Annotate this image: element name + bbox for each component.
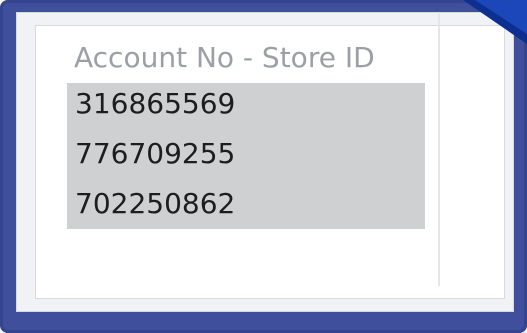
- list-header: Account No - Store ID: [74, 41, 375, 74]
- list-item[interactable]: 316865569: [75, 87, 235, 121]
- selected-rows[interactable]: 316865569 776709255 702250862: [67, 83, 425, 229]
- list-item[interactable]: 702250862: [75, 187, 235, 221]
- account-store-list[interactable]: Account No - Store ID 316865569 77670925…: [66, 37, 426, 229]
- pointer-arrow-icon: [441, 0, 527, 46]
- window-frame: Account No - Store ID 316865569 77670925…: [0, 0, 527, 333]
- list-item[interactable]: 776709255: [75, 137, 235, 171]
- scrollbar-track[interactable]: [438, 12, 440, 286]
